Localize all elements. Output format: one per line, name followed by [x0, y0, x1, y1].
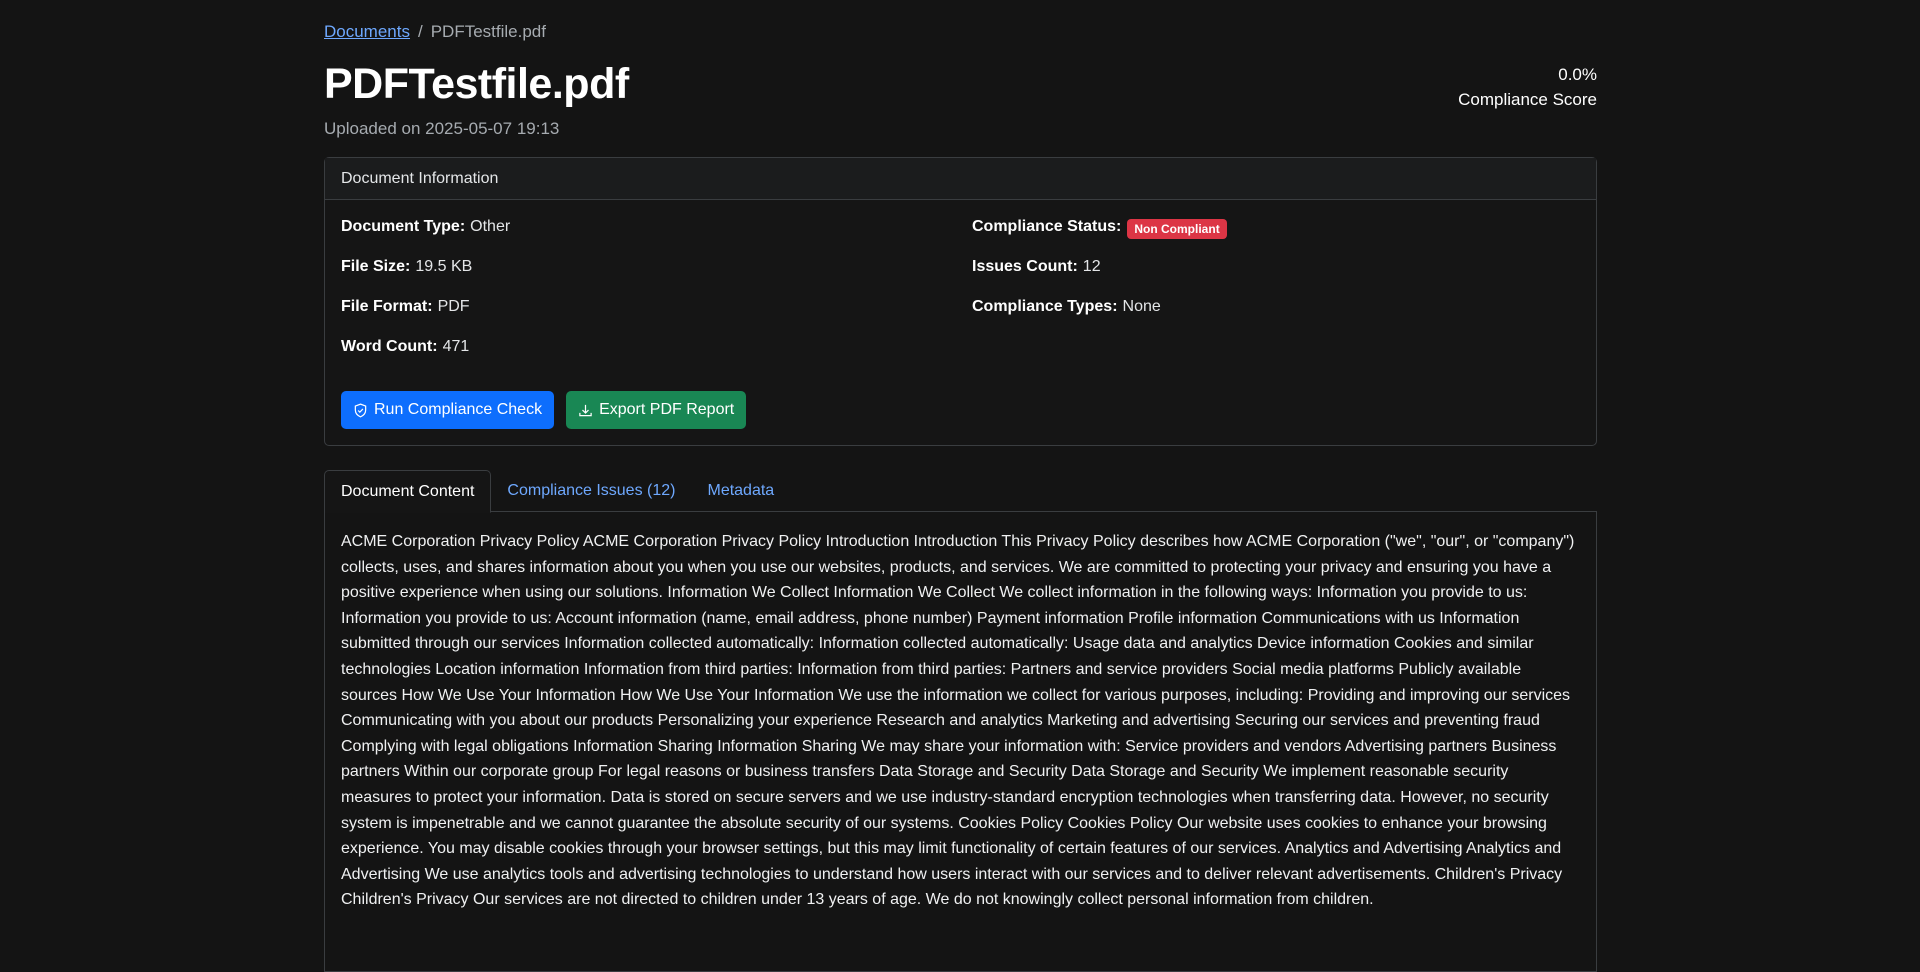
word-count-value: 471: [442, 338, 470, 355]
file-format-row: File Format: PDF: [341, 298, 510, 338]
document-type-row: Document Type: Other: [341, 218, 510, 258]
document-type-label: Document Type:: [341, 218, 466, 235]
issues-count-label: Issues Count:: [972, 258, 1078, 275]
file-size-value: 19.5 KB: [415, 258, 473, 275]
breadcrumb-documents-link[interactable]: Documents: [324, 22, 410, 42]
file-format-label: File Format:: [341, 298, 433, 315]
tab-document-content[interactable]: Document Content: [324, 470, 492, 513]
action-buttons: Run Compliance Check Export PDF Report: [341, 391, 747, 429]
issues-count-row: Issues Count: 12: [972, 258, 1227, 298]
export-pdf-report-button[interactable]: Export PDF Report: [566, 391, 747, 429]
run-compliance-check-button[interactable]: Run Compliance Check: [341, 391, 555, 429]
download-icon: [579, 404, 592, 416]
content-tabs: Document Content Compliance Issues (12) …: [324, 470, 1597, 513]
card-header: Document Information: [325, 158, 1596, 200]
word-count-label: Word Count:: [341, 338, 438, 355]
compliance-score-label: Compliance Score: [1458, 90, 1597, 109]
breadcrumb: Documents / PDFTestfile.pdf: [324, 22, 546, 42]
word-count-row: Word Count: 471: [341, 338, 510, 378]
compliance-types-value: None: [1122, 298, 1161, 315]
tab-metadata[interactable]: Metadata: [691, 470, 790, 512]
shield-check-icon: [354, 402, 367, 418]
compliance-status-row: Compliance Status: Non Compliant: [972, 218, 1227, 258]
document-information-card: Document Information Document Type: Othe…: [324, 157, 1597, 446]
document-content-text: ACME Corporation Privacy Policy ACME Cor…: [341, 533, 1575, 909]
upload-date: Uploaded on 2025-05-07 19:13: [324, 119, 560, 138]
breadcrumb-current: PDFTestfile.pdf: [430, 22, 546, 41]
info-column-left: Document Type: Other File Size: 19.5 KB …: [341, 218, 510, 378]
file-size-label: File Size:: [341, 258, 411, 275]
document-content-panel: ACME Corporation Privacy Policy ACME Cor…: [324, 512, 1597, 972]
compliance-types-row: Compliance Types: None: [972, 298, 1227, 338]
compliance-score: 0.0% Compliance Score: [1458, 62, 1597, 112]
run-compliance-check-label: Run Compliance Check: [374, 401, 543, 418]
document-type-value: Other: [470, 218, 511, 235]
file-format-value: PDF: [437, 298, 470, 315]
compliance-status-label: Compliance Status:: [972, 218, 1122, 235]
file-size-row: File Size: 19.5 KB: [341, 258, 510, 298]
breadcrumb-separator: /: [417, 22, 423, 41]
tab-compliance-issues[interactable]: Compliance Issues (12): [491, 470, 691, 512]
page-title: PDFTestfile.pdf: [324, 60, 629, 108]
issues-count-value: 12: [1082, 258, 1101, 275]
export-pdf-report-label: Export PDF Report: [599, 401, 735, 418]
status-badge: Non Compliant: [1127, 219, 1227, 239]
compliance-score-value: 0.0%: [1558, 65, 1597, 84]
info-column-right: Compliance Status: Non Compliant Issues …: [972, 218, 1227, 338]
compliance-types-label: Compliance Types:: [972, 298, 1118, 315]
